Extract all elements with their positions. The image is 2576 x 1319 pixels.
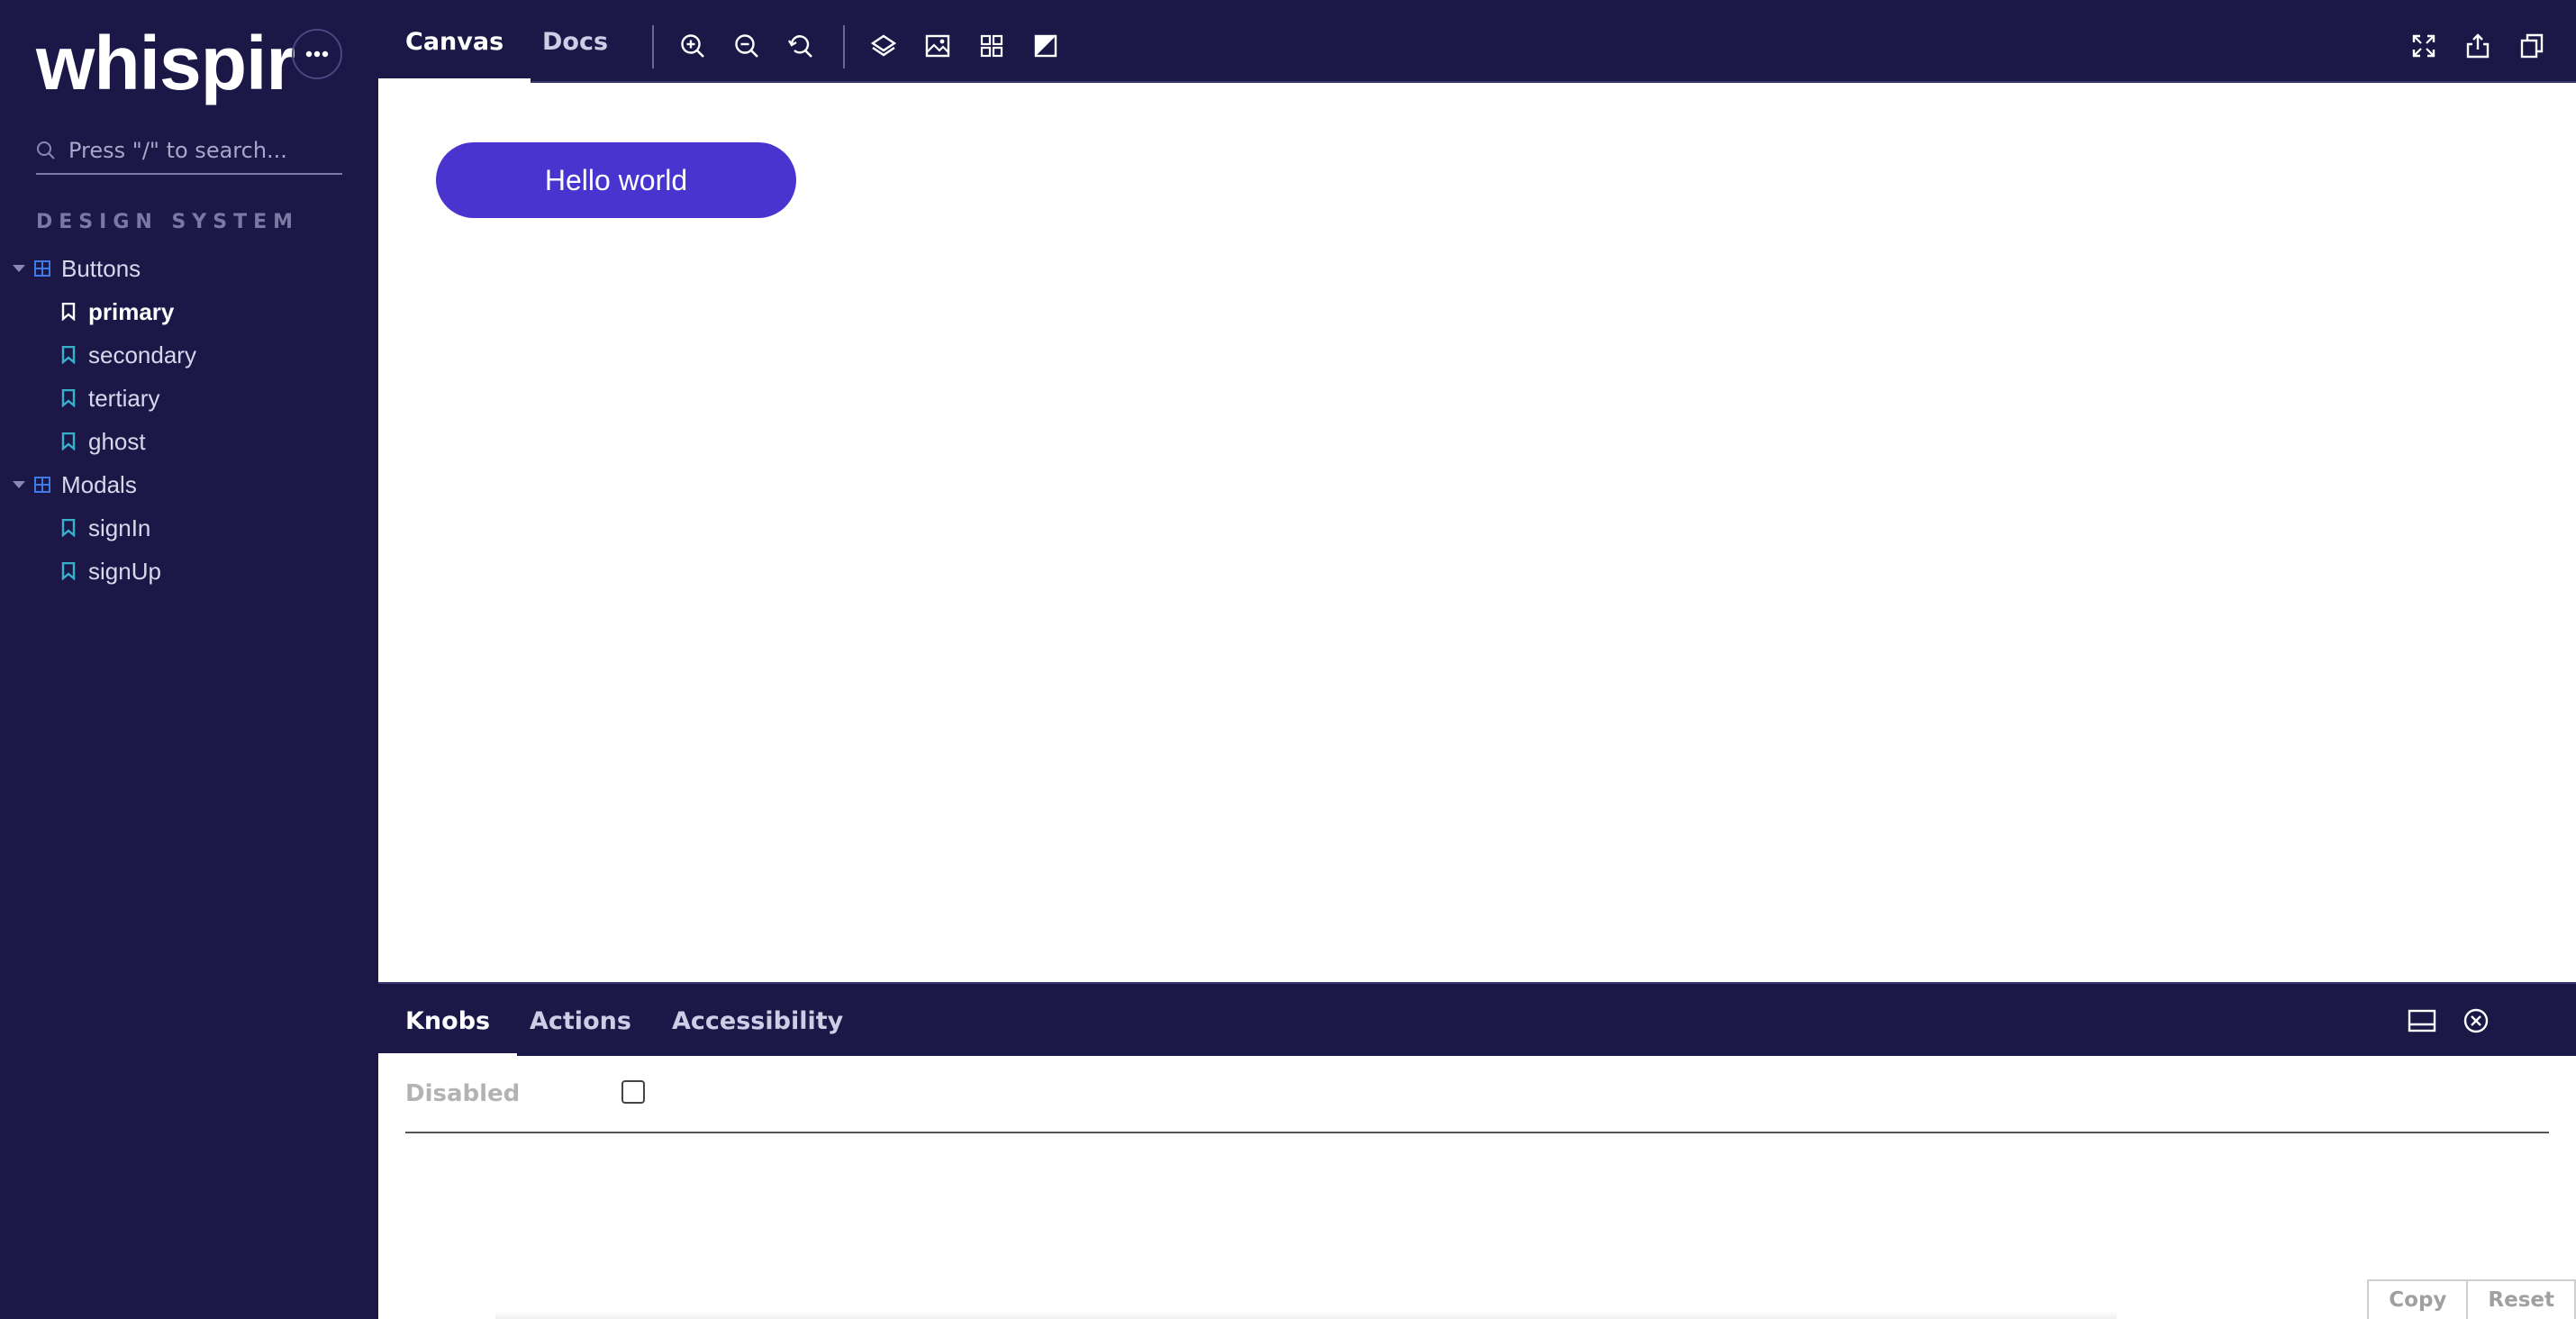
- caret-down-icon: [13, 265, 25, 272]
- tab-docs[interactable]: Docs: [542, 0, 608, 83]
- search-box: [36, 128, 342, 175]
- panel-layout-icon: [2408, 1009, 2436, 1032]
- search-icon: [37, 141, 55, 159]
- bookmark-icon: [61, 562, 76, 580]
- search-input[interactable]: [68, 138, 330, 163]
- ellipsis-icon: [305, 50, 329, 58]
- contrast-button[interactable]: [1032, 32, 1059, 59]
- addons-panel-bar: Knobs Actions Accessibility: [377, 982, 2576, 1058]
- grid-button[interactable]: [978, 32, 1005, 59]
- section-title: DESIGN SYSTEM: [36, 211, 299, 233]
- component-icon: [34, 260, 50, 277]
- story-tree: Buttons primary secondary tertiary ghost…: [0, 247, 378, 593]
- zoom-in-button[interactable]: [679, 32, 706, 59]
- zoom-out-button[interactable]: [733, 32, 760, 59]
- tree-story-signin[interactable]: signIn: [0, 506, 378, 550]
- fullscreen-button[interactable]: [2410, 32, 2437, 59]
- tree-story-label: primary: [88, 297, 175, 325]
- brand-logo[interactable]: whispir: [36, 25, 295, 101]
- bookmark-icon: [61, 346, 76, 364]
- fullscreen-icon: [2412, 34, 2435, 58]
- sidebar: whispir DESIGN SYSTEM: [0, 0, 378, 1319]
- component-icon: [34, 477, 50, 493]
- background-button[interactable]: [870, 32, 897, 59]
- bookmark-icon: [61, 389, 76, 407]
- bookmark-icon: [61, 432, 76, 450]
- panel-shadow: [495, 1310, 2117, 1319]
- panel-close-button[interactable]: [2461, 1005, 2491, 1036]
- contrast-icon: [1034, 34, 1057, 58]
- copy-button[interactable]: Copy: [2367, 1279, 2469, 1319]
- tree-story-signup[interactable]: signUp: [0, 550, 378, 593]
- tab-accessibility[interactable]: Accessibility: [672, 984, 843, 1058]
- tree-story-label: signIn: [88, 514, 151, 541]
- background-icon: [870, 34, 897, 57]
- tree-group-label: Modals: [61, 470, 137, 498]
- tree-story-primary[interactable]: primary: [0, 290, 378, 333]
- panel-orientation-button[interactable]: [2407, 1005, 2437, 1036]
- toolbar-divider: [652, 25, 654, 68]
- tab-actions[interactable]: Actions: [530, 984, 631, 1058]
- reset-button[interactable]: Reset: [2468, 1279, 2576, 1319]
- close-icon: [2463, 1008, 2489, 1033]
- disabled-checkbox[interactable]: [621, 1080, 645, 1104]
- tree-story-secondary[interactable]: secondary: [0, 333, 378, 377]
- knobs-panel: Disabled Copy Reset: [378, 1056, 2576, 1319]
- storybook-app: whispir DESIGN SYSTEM: [0, 0, 2576, 1319]
- reset-zoom-icon: [787, 35, 812, 58]
- zoom-out-icon: [735, 34, 758, 58]
- tree-story-ghost[interactable]: ghost: [0, 420, 378, 463]
- tree-story-label: tertiary: [88, 384, 160, 412]
- tree-story-tertiary[interactable]: tertiary: [0, 377, 378, 420]
- tree-story-label: signUp: [88, 557, 161, 585]
- tree-group-label: Buttons: [61, 254, 141, 282]
- bookmark-icon: [61, 303, 76, 321]
- bookmark-icon: [61, 519, 76, 537]
- tree-group-buttons[interactable]: Buttons: [0, 247, 378, 290]
- brand: whispir: [36, 25, 295, 101]
- caret-down-icon: [13, 481, 25, 488]
- grid-icon: [980, 34, 1003, 58]
- tab-knobs[interactable]: Knobs: [377, 984, 518, 1058]
- tab-canvas[interactable]: Canvas: [377, 0, 531, 83]
- share-button[interactable]: [2464, 32, 2491, 59]
- hello-world-button[interactable]: Hello world: [436, 142, 796, 218]
- toolbar-divider: [843, 25, 845, 68]
- preview-canvas: Hello world: [378, 83, 2576, 982]
- knob-actions: Copy Reset: [2367, 1279, 2576, 1319]
- reset-zoom-button[interactable]: [787, 32, 814, 59]
- knob-label: Disabled: [405, 1080, 521, 1107]
- image-icon: [925, 34, 950, 58]
- copy-link-button[interactable]: [2518, 32, 2545, 59]
- zoom-in-icon: [681, 34, 704, 58]
- tree-group-modals[interactable]: Modals: [0, 463, 378, 506]
- copy-link-icon: [2520, 33, 2544, 59]
- preview-toolbar: Canvas Docs: [377, 0, 2576, 83]
- tree-story-label: secondary: [88, 341, 196, 368]
- sidebar-menu-button[interactable]: [292, 29, 342, 79]
- tree-story-label: ghost: [88, 427, 146, 455]
- knob-row-disabled: Disabled: [405, 1056, 2549, 1133]
- share-icon: [2466, 33, 2490, 59]
- image-button[interactable]: [924, 32, 951, 59]
